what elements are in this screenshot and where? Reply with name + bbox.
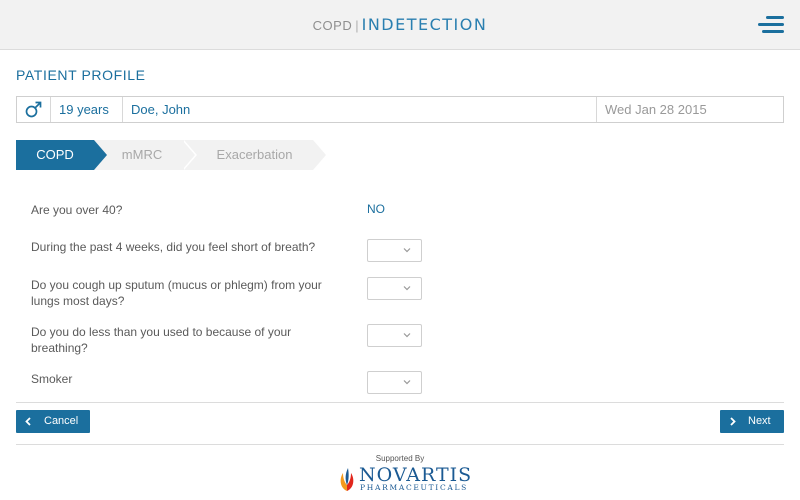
novartis-logo: NOVARTIS PHARMACEUTICALS xyxy=(337,464,471,492)
footer-divider xyxy=(16,444,784,445)
question-do-less: Do you do less than you used to because … xyxy=(31,325,292,355)
indetection-logo: INDETECTION xyxy=(361,15,488,34)
sponsor-label: Supported By xyxy=(375,454,425,463)
chevron-down-icon xyxy=(403,380,411,385)
next-button[interactable]: Next xyxy=(720,410,784,433)
cancel-label: Cancel xyxy=(44,415,79,427)
tab-mmrc[interactable]: mMRC xyxy=(94,140,197,170)
tab-exacerbation[interactable]: Exacerbation xyxy=(182,140,326,170)
answer-over-40[interactable]: NO xyxy=(367,202,385,216)
menu-icon[interactable] xyxy=(758,16,784,34)
chevron-down-icon xyxy=(403,286,411,291)
sponsor-subname: PHARMACEUTICALS xyxy=(360,483,469,492)
cancel-button[interactable]: Cancel xyxy=(16,410,90,433)
next-label: Next xyxy=(748,415,771,427)
do-less-select[interactable] xyxy=(367,324,422,347)
short-of-breath-select[interactable] xyxy=(367,239,422,262)
tab-copd[interactable]: COPD xyxy=(16,140,107,170)
app-header: COPD | INDETECTION xyxy=(0,0,800,50)
step-tabs: COPD mMRC Exacerbation xyxy=(16,140,336,170)
male-icon xyxy=(17,97,51,122)
patient-name: Doe, John xyxy=(123,97,597,122)
question-cough-sputum: Do you cough up sputum (mucus or phlegm)… xyxy=(31,278,322,308)
divider xyxy=(16,402,784,403)
question-short-of-breath: During the past 4 weeks, did you feel sh… xyxy=(31,240,316,254)
chevron-down-icon xyxy=(403,333,411,338)
brand: COPD | INDETECTION xyxy=(0,15,800,34)
app-name: COPD xyxy=(312,18,353,33)
visit-date: Wed Jan 28 2015 xyxy=(605,102,707,117)
chevron-right-icon xyxy=(730,417,736,426)
novartis-flame-icon xyxy=(340,468,354,491)
question-smoker: Smoker xyxy=(31,372,73,386)
page-title: PATIENT PROFILE xyxy=(16,67,146,83)
question-over-40: Are you over 40? xyxy=(31,203,123,217)
chevron-left-icon xyxy=(25,417,31,426)
patient-info-bar: 19 years Doe, John Wed Jan 28 2015 xyxy=(16,96,784,123)
patient-age: 19 years xyxy=(51,97,123,122)
cough-sputum-select[interactable] xyxy=(367,277,422,300)
brand-separator: | xyxy=(355,18,359,33)
smoker-select[interactable] xyxy=(367,371,422,394)
chevron-down-icon xyxy=(403,248,411,253)
